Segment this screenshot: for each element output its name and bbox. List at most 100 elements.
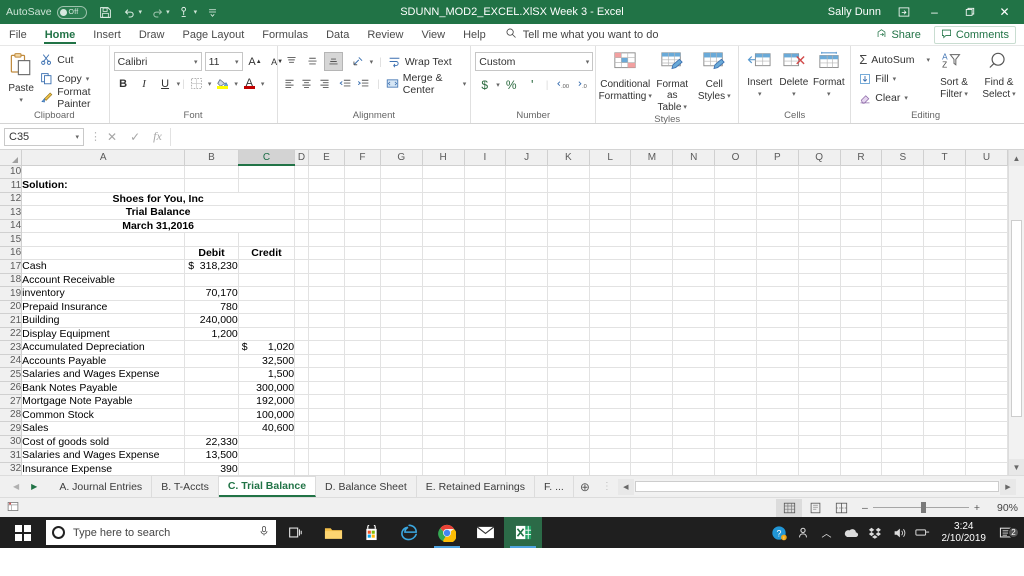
grid-cell-empty[interactable]: [547, 435, 589, 449]
grid-cell-empty[interactable]: [464, 395, 506, 409]
grid-cell-empty[interactable]: [506, 314, 548, 328]
grid-cell-empty[interactable]: [673, 219, 715, 233]
grid-cell-empty[interactable]: [295, 314, 309, 328]
grid-cell-c21[interactable]: [238, 314, 294, 328]
borders-dropdown-caret[interactable]: ▾: [208, 80, 212, 88]
grid-cell-empty[interactable]: [344, 165, 380, 179]
grid-cell-empty[interactable]: [506, 435, 548, 449]
grid-cell-empty[interactable]: [924, 179, 966, 193]
grid-cell-empty[interactable]: [547, 395, 589, 409]
grid-cell-empty[interactable]: [631, 462, 673, 475]
grid-cell-empty[interactable]: [589, 287, 631, 301]
volume-icon[interactable]: [888, 526, 910, 540]
grid-cell-empty[interactable]: [464, 462, 506, 475]
grid-cell-empty[interactable]: [798, 219, 840, 233]
grid-cell-b15[interactable]: [185, 233, 238, 247]
notifications-icon[interactable]: 2: [994, 526, 1020, 540]
grid-cell-empty[interactable]: [715, 287, 757, 301]
grid-cell-empty[interactable]: [506, 462, 548, 475]
grid-cell-empty[interactable]: [380, 368, 422, 382]
microsoft-store-icon[interactable]: [352, 517, 390, 548]
horizontal-scrollbar[interactable]: ◀ ▶: [618, 479, 1016, 495]
grid-cell-empty[interactable]: [344, 368, 380, 382]
column-header-a[interactable]: A: [22, 150, 185, 165]
grid-cell-empty[interactable]: [715, 273, 757, 287]
grid-cell-empty[interactable]: [547, 381, 589, 395]
grid-cell-empty[interactable]: [344, 260, 380, 274]
undo-dropdown-caret[interactable]: ▾: [139, 8, 143, 16]
grid-cell-empty[interactable]: [756, 287, 798, 301]
grid-cell-merged[interactable]: Shoes for You, Inc: [22, 192, 295, 206]
prev-sheet-icon[interactable]: ◀: [8, 482, 24, 491]
fill-color-icon[interactable]: [213, 74, 232, 93]
grid-cell-empty[interactable]: [464, 165, 506, 179]
grid-cell-empty[interactable]: [798, 179, 840, 193]
grid-cell-empty[interactable]: [295, 341, 309, 355]
grid-cell-empty[interactable]: [547, 314, 589, 328]
conditional-formatting-button[interactable]: Conditional Formatting ▾: [600, 48, 650, 102]
grid-cell-empty[interactable]: [966, 287, 1008, 301]
close-button[interactable]: ✕: [987, 0, 1022, 24]
decrease-indent-icon[interactable]: [338, 74, 354, 93]
grid-cell-empty[interactable]: [966, 327, 1008, 341]
autosum-button[interactable]: Σ AutoSum ▾: [859, 50, 930, 69]
grid-cell-empty[interactable]: [840, 408, 882, 422]
zoom-slider[interactable]: – +: [854, 502, 988, 514]
grid-cell-empty[interactable]: [966, 395, 1008, 409]
grid-cell-empty[interactable]: [756, 354, 798, 368]
grid-cell-empty[interactable]: [798, 260, 840, 274]
align-bottom-icon[interactable]: [324, 52, 343, 71]
grid-cell-empty[interactable]: [756, 422, 798, 436]
grid-cell-empty[interactable]: [966, 219, 1008, 233]
grid-cell-b11[interactable]: [185, 179, 238, 193]
column-header-t[interactable]: T: [924, 150, 966, 165]
grid-cell-a27[interactable]: Mortgage Note Payable: [22, 395, 185, 409]
grid-cell-empty[interactable]: [589, 354, 631, 368]
grid-cell-empty[interactable]: [380, 219, 422, 233]
grid-cell-empty[interactable]: [715, 219, 757, 233]
grid-cell-empty[interactable]: [631, 314, 673, 328]
grid-cell-empty[interactable]: [589, 219, 631, 233]
grid-cell-empty[interactable]: [882, 192, 924, 206]
accounting-format-caret[interactable]: ▾: [496, 81, 500, 89]
grid-cell-empty[interactable]: [464, 368, 506, 382]
grid-cell-empty[interactable]: [506, 219, 548, 233]
grid-cell-empty[interactable]: [673, 395, 715, 409]
grid-cell-empty[interactable]: [756, 246, 798, 260]
sheet-tab-retained-earnings[interactable]: E. Retained Earnings: [417, 476, 535, 497]
grid-cell-empty[interactable]: [380, 206, 422, 220]
grid-cell-empty[interactable]: [464, 260, 506, 274]
grid-cell-b24[interactable]: [185, 354, 238, 368]
grid-cell-empty[interactable]: [464, 422, 506, 436]
grid-cell-empty[interactable]: [882, 273, 924, 287]
grid-cell-empty[interactable]: [308, 449, 344, 463]
grid-cell-empty[interactable]: [882, 287, 924, 301]
grid-cell-empty[interactable]: [295, 179, 309, 193]
grid-cell-empty[interactable]: [798, 422, 840, 436]
mail-icon[interactable]: [466, 517, 504, 548]
grid-cell-empty[interactable]: [798, 233, 840, 247]
grid-cell-b17[interactable]: $318,230: [185, 260, 238, 274]
record-macro-icon[interactable]: [6, 500, 20, 516]
grid-cell-c31[interactable]: [238, 449, 294, 463]
grid-cell-empty[interactable]: [295, 273, 309, 287]
grid-cell-c16[interactable]: Credit: [238, 246, 294, 260]
grid-cell-empty[interactable]: [840, 165, 882, 179]
grid-cell-empty[interactable]: [422, 165, 464, 179]
grid-cell-empty[interactable]: [715, 381, 757, 395]
select-all-corner[interactable]: [0, 150, 22, 165]
grid-cell-empty[interactable]: [295, 327, 309, 341]
grid-cell-c25[interactable]: 1,500: [238, 368, 294, 382]
grid-cell-empty[interactable]: [506, 273, 548, 287]
grid-cell-c27[interactable]: 192,000: [238, 395, 294, 409]
grid-cell-empty[interactable]: [547, 179, 589, 193]
grid-cell-empty[interactable]: [631, 246, 673, 260]
grid-cell-empty[interactable]: [422, 314, 464, 328]
font-size-input[interactable]: 11 ▾: [205, 52, 243, 71]
grid-cell-empty[interactable]: [344, 381, 380, 395]
grid-cell-empty[interactable]: [308, 260, 344, 274]
onedrive-icon[interactable]: [840, 527, 862, 539]
grid-cell-empty[interactable]: [589, 422, 631, 436]
grid-cell-empty[interactable]: [715, 341, 757, 355]
grid-cell-empty[interactable]: [344, 341, 380, 355]
